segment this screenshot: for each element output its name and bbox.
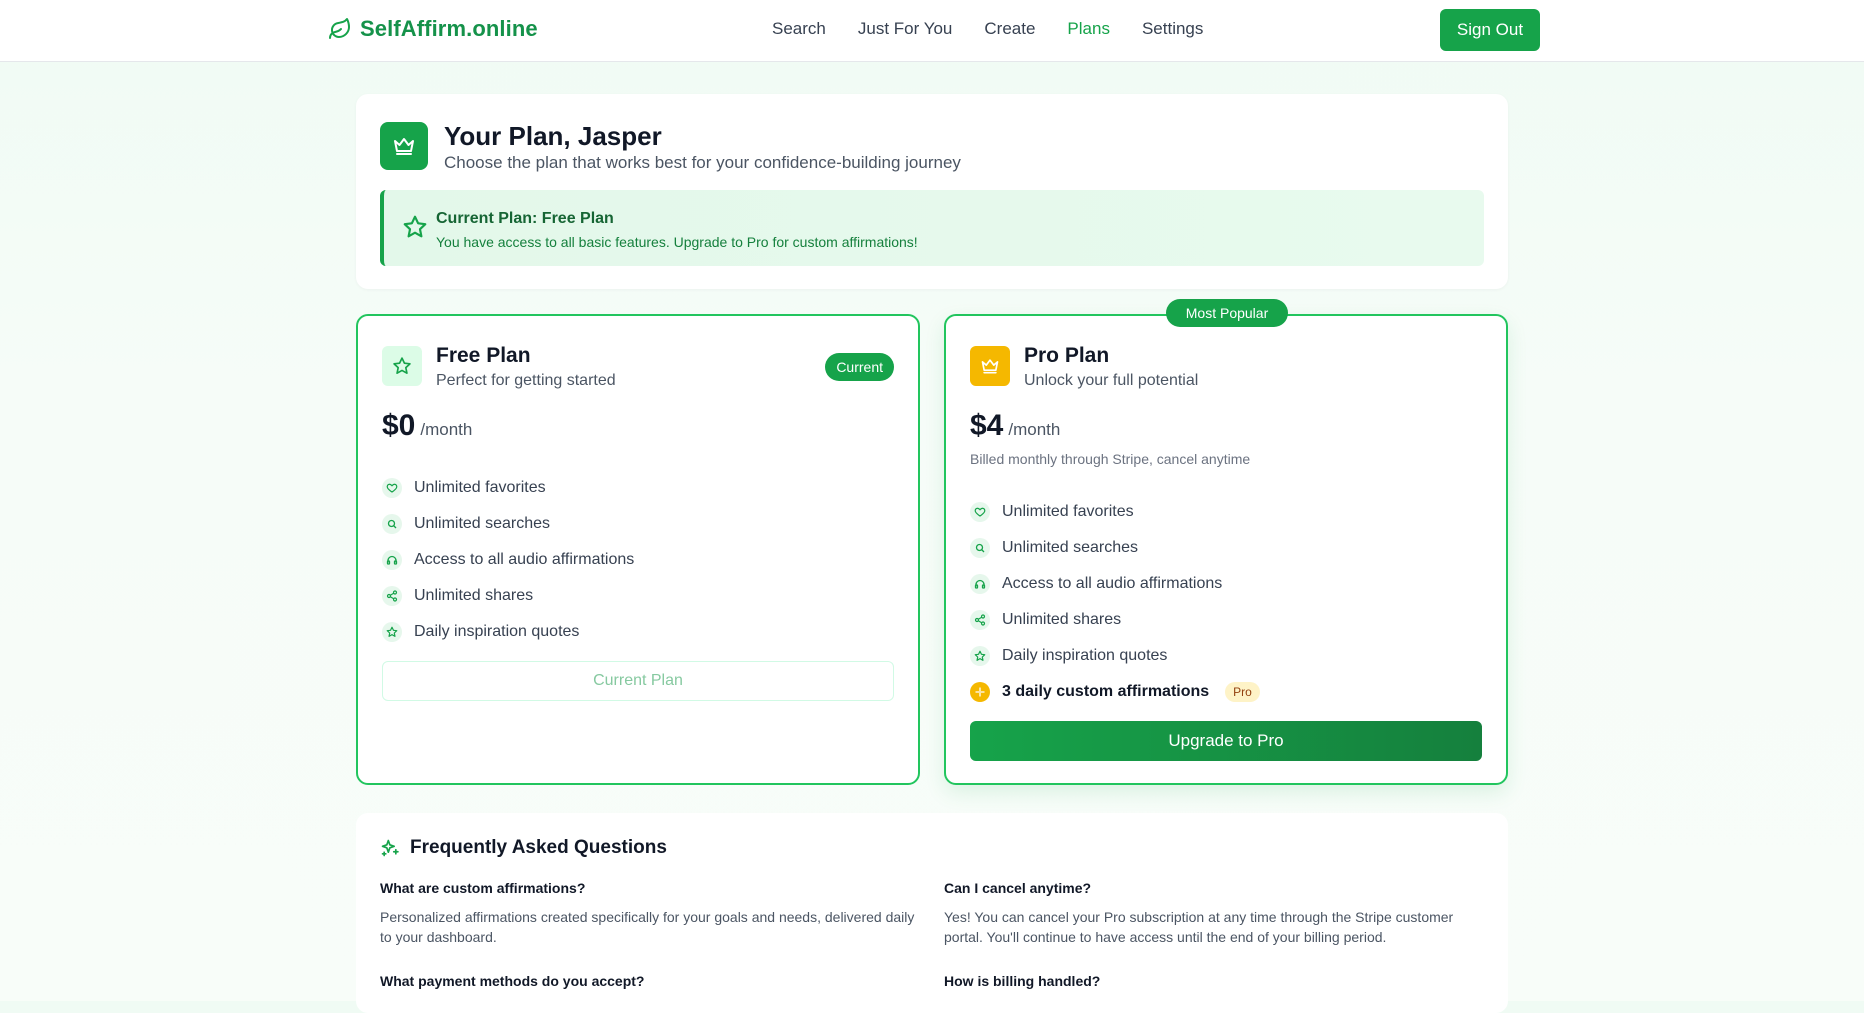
faq-header: Frequently Asked Questions [380, 837, 667, 859]
crown-badge [380, 122, 428, 170]
plan-name: Free Plan [436, 344, 531, 367]
faq-question: What payment methods do you accept? [380, 973, 645, 989]
feature-text: Daily inspiration quotes [1002, 647, 1168, 664]
feature-text: 3 daily custom affirmations [1002, 683, 1210, 700]
faq-answer: Personalized affirmations created specif… [380, 909, 915, 945]
main-nav: Search Just For You Create Plans Setting… [772, 19, 1203, 39]
feature-item: Unlimited favorites [382, 470, 634, 506]
leaf-icon [329, 18, 350, 39]
feature-item: Daily inspiration quotes [382, 614, 634, 650]
feature-item: Unlimited favorites [970, 494, 1260, 530]
feature-list: Unlimited favorites Unlimited searches A… [970, 494, 1260, 710]
nav-settings[interactable]: Settings [1142, 19, 1203, 39]
headphones-icon [970, 574, 990, 594]
price-amount: $4 [970, 409, 1004, 442]
page-subtitle: Choose the plan that works best for your… [444, 153, 961, 172]
nav-plans[interactable]: Plans [1067, 19, 1110, 39]
nav-just-for-you[interactable]: Just For You [858, 19, 953, 39]
price-period: /month [1008, 420, 1061, 439]
feature-text: Access to all audio affirmations [414, 551, 635, 568]
sign-out-button[interactable]: Sign Out [1440, 9, 1540, 51]
faq-question: How is billing handled? [944, 973, 1101, 989]
feature-text: Access to all audio affirmations [1002, 575, 1223, 592]
pro-plan-icon [970, 346, 1010, 386]
share-icon [382, 586, 402, 606]
feature-item: Unlimited shares [382, 578, 634, 614]
nav-create[interactable]: Create [984, 19, 1035, 39]
feature-item: Access to all audio affirmations [970, 566, 1260, 602]
feature-text: Unlimited searches [1002, 539, 1139, 556]
upgrade-to-pro-button[interactable]: Upgrade to Pro [970, 721, 1482, 761]
search-icon [970, 538, 990, 558]
nav-search[interactable]: Search [772, 19, 826, 39]
page-title: Your Plan, Jasper [444, 121, 662, 151]
top-nav-bar: SelfAffirm.online Search Just For You Cr… [0, 0, 1864, 62]
feature-text: Unlimited searches [414, 515, 551, 532]
feature-item: 3 daily custom affirmations Pro [970, 674, 1260, 710]
star-icon [970, 646, 990, 666]
faq-question: What are custom affirmations? [380, 880, 586, 896]
share-icon [970, 610, 990, 630]
feature-text: Unlimited favorites [1002, 503, 1134, 520]
star-icon [393, 357, 411, 374]
brand-name: SelfAffirm.online [360, 16, 538, 41]
current-plan-notice: Current Plan: Free Plan You have access … [380, 190, 1484, 266]
plan-summary-card: Your Plan, Jasper Choose the plan that w… [356, 94, 1508, 289]
most-popular-badge: Most Popular [1166, 299, 1288, 327]
feature-item: Daily inspiration quotes [970, 638, 1260, 674]
feature-item: Unlimited searches [970, 530, 1260, 566]
crown-icon [394, 138, 414, 155]
plan-tagline: Unlock your full potential [1024, 372, 1199, 389]
notice-text: You have access to all basic features. U… [436, 234, 918, 250]
heart-icon [382, 478, 402, 498]
faq-answer: Yes! You can cancel your Pro subscriptio… [944, 909, 1454, 945]
sparkles-icon [381, 839, 399, 857]
price-period: /month [420, 420, 473, 439]
pro-plan-card: Most Popular Pro Plan Unlock your full p… [944, 299, 1508, 785]
current-plan-button[interactable]: Current Plan [382, 661, 894, 701]
heart-icon [970, 502, 990, 522]
current-badge: Current [825, 353, 894, 381]
sparkle-icon [970, 682, 990, 702]
feature-item: Unlimited shares [970, 602, 1260, 638]
price-amount: $0 [382, 409, 416, 442]
faq-title: Frequently Asked Questions [410, 837, 667, 858]
feature-text: Unlimited shares [1002, 611, 1122, 628]
brand-logo[interactable]: SelfAffirm.online [328, 16, 538, 42]
pro-chip: Pro [1225, 682, 1260, 702]
star-icon [382, 622, 402, 642]
free-plan-card: Free Plan Perfect for getting started Cu… [356, 314, 920, 785]
free-plan-icon [382, 346, 422, 386]
star-icon [403, 215, 427, 238]
plan-name: Pro Plan [1024, 344, 1110, 367]
billing-note: Billed monthly through Stripe, cancel an… [970, 451, 1251, 467]
feature-text: Unlimited shares [414, 587, 534, 604]
plan-price: $4 /month [970, 409, 1060, 443]
plan-price: $0 /month [382, 409, 472, 443]
feature-list: Unlimited favorites Unlimited searches A… [382, 470, 634, 650]
faq-question: Can I cancel anytime? [944, 880, 1092, 896]
feature-item: Access to all audio affirmations [382, 542, 634, 578]
crown-icon [981, 359, 999, 374]
search-icon [382, 514, 402, 534]
feature-item: Unlimited searches [382, 506, 634, 542]
headphones-icon [382, 550, 402, 570]
feature-text: Unlimited favorites [414, 479, 546, 496]
faq-card: Frequently Asked Questions What are cust… [356, 813, 1508, 1013]
feature-text: Daily inspiration quotes [414, 623, 580, 640]
notice-title: Current Plan: Free Plan [436, 210, 614, 227]
plan-tagline: Perfect for getting started [436, 372, 616, 389]
